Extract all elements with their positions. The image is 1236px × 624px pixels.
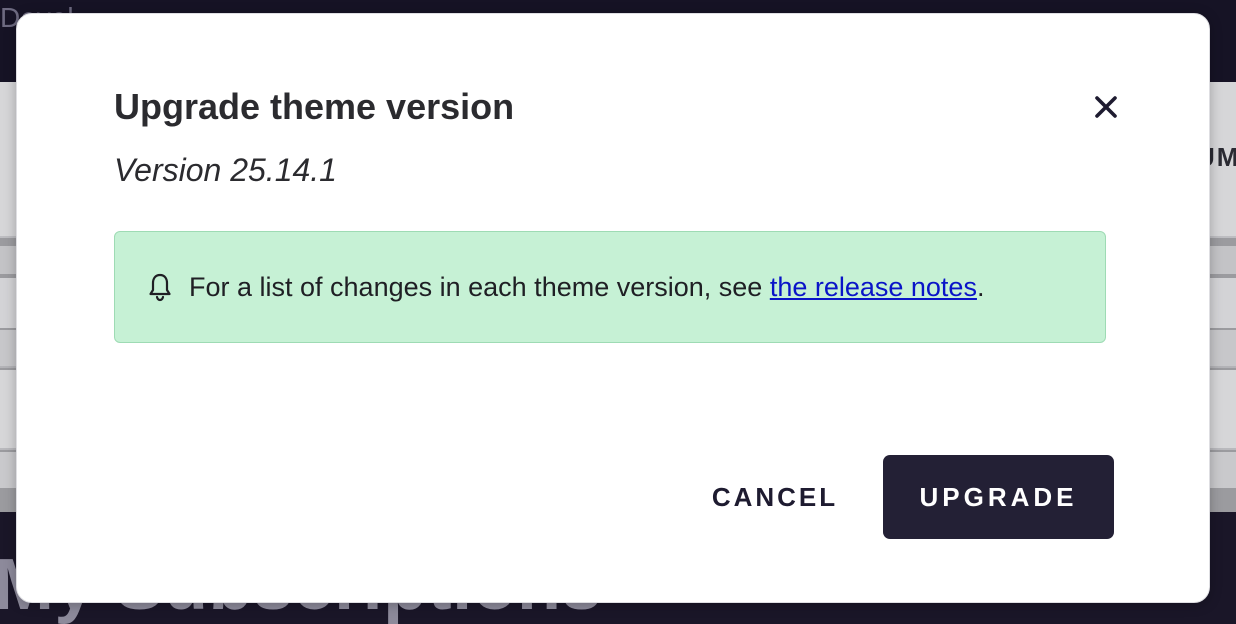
upgrade-theme-dialog: Upgrade theme version Version 25.14.1 Fo… bbox=[16, 13, 1210, 603]
dialog-title: Upgrade theme version bbox=[114, 86, 515, 127]
close-icon bbox=[1095, 96, 1117, 118]
release-notes-link[interactable]: the release notes bbox=[770, 272, 977, 302]
bell-icon bbox=[147, 272, 173, 302]
upgrade-button[interactable]: UPGRADE bbox=[883, 455, 1114, 539]
notice-text: For a list of changes in each theme vers… bbox=[189, 272, 984, 303]
cancel-button[interactable]: CANCEL bbox=[689, 455, 861, 539]
version-label: Version 25.14.1 bbox=[114, 152, 337, 188]
notice-text-before: For a list of changes in each theme vers… bbox=[189, 271, 770, 302]
release-notes-notice: For a list of changes in each theme vers… bbox=[114, 231, 1106, 343]
notice-text-after: . bbox=[976, 271, 985, 302]
close-button[interactable] bbox=[1087, 88, 1125, 126]
